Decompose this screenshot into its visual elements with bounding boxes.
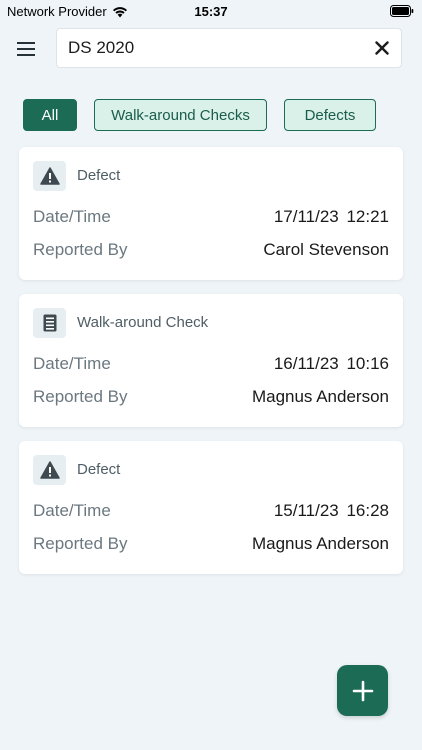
- filter-walk-around-checks-chip[interactable]: Walk-around Checks: [94, 99, 267, 131]
- record-type-label: Walk-around Check: [77, 314, 209, 331]
- reported-by-value: Magnus Anderson: [251, 534, 389, 553]
- record-type-label: Defect: [77, 167, 121, 184]
- record-card[interactable]: Defect Date/Time 17/11/23 12:21 Reported…: [19, 147, 403, 280]
- menu-button[interactable]: [14, 38, 38, 60]
- record-type-icon-box: [33, 161, 66, 191]
- hamburger-menu-icon: [17, 42, 35, 56]
- date-time-label: Date/Time: [33, 354, 111, 373]
- record-card[interactable]: Walk-around Check Date/Time 16/11/23 10:…: [19, 294, 403, 427]
- reported-by-label: Reported By: [33, 387, 128, 406]
- record-type-label: Defect: [77, 461, 121, 478]
- status-time: 15:37: [194, 4, 228, 19]
- filter-walk-around-checks-label: Walk-around Checks: [111, 106, 250, 124]
- reported-by-value: Carol Stevenson: [263, 240, 389, 259]
- status-bar: Network Provider 15:37: [0, 0, 422, 22]
- warning-icon: [39, 167, 60, 185]
- date-time-label: Date/Time: [33, 501, 111, 520]
- close-icon: [375, 41, 389, 55]
- record-card[interactable]: Defect Date/Time 15/11/23 16:28 Reported…: [19, 441, 403, 574]
- plus-icon: [352, 680, 373, 701]
- record-type-icon-box: [33, 308, 66, 338]
- date-time-value: 16/11/23 10:16: [273, 354, 389, 373]
- date-time-value: 15/11/23 16:28: [273, 501, 389, 520]
- date-time-label: Date/Time: [33, 207, 111, 226]
- reported-by-value: Magnus Anderson: [251, 387, 389, 406]
- reported-by-label: Reported By: [33, 534, 128, 553]
- filter-defects-chip[interactable]: Defects: [284, 99, 376, 131]
- warning-icon: [39, 461, 60, 479]
- record-type-icon-box: [33, 455, 66, 485]
- search-box: [56, 28, 402, 68]
- search-input[interactable]: [68, 37, 358, 59]
- clear-search-button[interactable]: [373, 39, 391, 57]
- filter-all-chip[interactable]: All: [23, 99, 77, 131]
- checklist-icon: [43, 314, 56, 332]
- date-time-value: 17/11/23 12:21: [273, 207, 389, 226]
- filter-defects-label: Defects: [304, 106, 356, 124]
- add-record-button[interactable]: [337, 665, 388, 716]
- reported-by-label: Reported By: [33, 240, 128, 259]
- filter-all-label: All: [41, 106, 59, 124]
- battery-icon: [390, 5, 414, 17]
